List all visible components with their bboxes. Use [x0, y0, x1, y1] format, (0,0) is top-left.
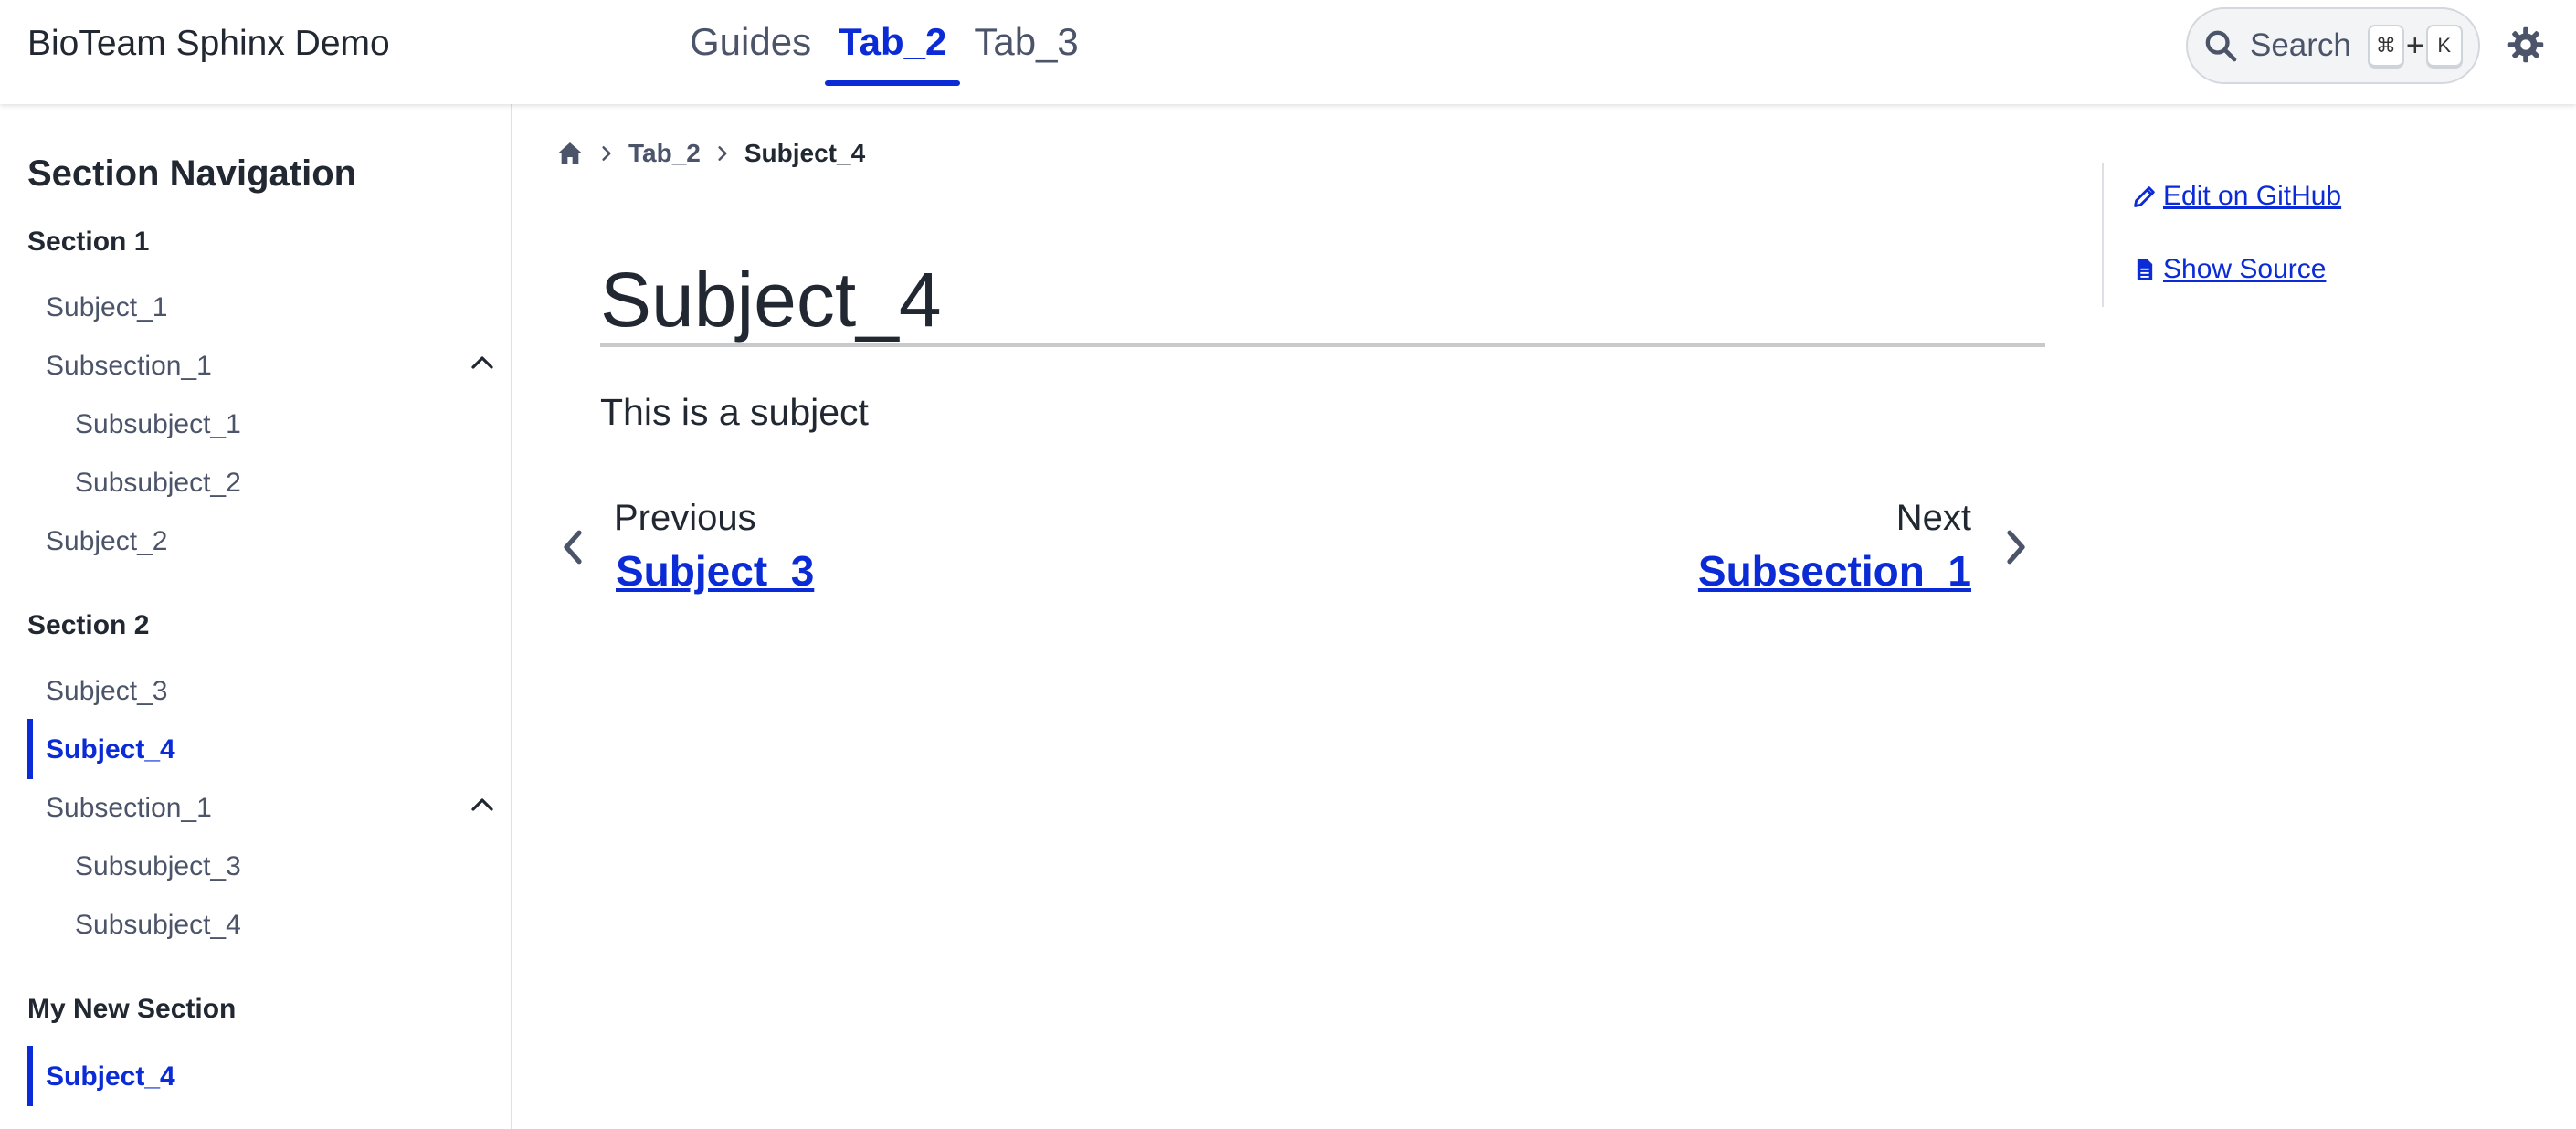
sidebar-item-subsection-1-b[interactable]: Subsection_1: [46, 793, 212, 824]
header-tabs: Guides Tab_2 Tab_3: [676, 0, 1093, 86]
sidebar-section-3-heading: My New Section: [27, 994, 237, 1024]
kbd-plus: +: [2405, 27, 2424, 63]
tab-tab2[interactable]: Tab_2: [825, 0, 961, 86]
tab-guides[interactable]: Guides: [676, 0, 825, 86]
next-label: Next: [1895, 498, 1971, 538]
title-divider: [600, 343, 2045, 347]
sidebar-title: Section Navigation: [27, 153, 357, 194]
sidebar-item-subject-2[interactable]: Subject_2: [46, 526, 167, 557]
edit-on-github-link[interactable]: Edit on GitHub: [2132, 181, 2341, 212]
sidebar-section-1-heading: Section 1: [27, 227, 150, 257]
aside-divider: [2102, 163, 2104, 307]
sidebar-item-subject-4-new[interactable]: Subject_4: [46, 1061, 175, 1092]
sidebar-item-subsubject-1[interactable]: Subsubject_1: [75, 409, 241, 440]
breadcrumb-tab-2[interactable]: Tab_2: [628, 139, 701, 168]
site-brand[interactable]: BioTeam Sphinx Demo: [27, 24, 390, 64]
breadcrumb-current: Subject_4: [744, 139, 866, 167]
pencil-icon: [2134, 186, 2155, 207]
home-icon[interactable]: [555, 139, 585, 168]
theme-toggle-icon[interactable]: [2507, 26, 2545, 64]
prev-page-link[interactable]: Subject_3: [616, 546, 814, 596]
next-page-link[interactable]: Subsection_1: [1698, 546, 1971, 596]
top-navbar: BioTeam Sphinx Demo Guides Tab_2 Tab_3 S…: [0, 0, 2576, 104]
file-icon: [2137, 259, 2153, 280]
sidebar-item-subsubject-2[interactable]: Subsubject_2: [75, 468, 241, 499]
kbd-command: ⌘: [2367, 25, 2404, 67]
section-navigation-sidebar: Section Navigation Section 1 Subject_1 S…: [0, 104, 512, 1129]
chevron-right-icon: [718, 146, 727, 161]
sidebar-item-subsubject-4[interactable]: Subsubject_4: [75, 910, 241, 941]
show-source-link[interactable]: Show Source: [2132, 254, 2326, 285]
search-icon: [2205, 30, 2237, 62]
kbd-k: K: [2425, 25, 2463, 67]
sidebar-item-subject-3[interactable]: Subject_3: [46, 676, 167, 707]
edit-on-github-label: Edit on GitHub: [2163, 181, 2342, 211]
active-indicator: [27, 719, 33, 779]
chevron-left-icon[interactable]: [559, 528, 586, 566]
prev-label: Previous: [614, 498, 756, 538]
sidebar-section-2-heading: Section 2: [27, 610, 150, 640]
page-title: Subject_4: [600, 257, 942, 343]
show-source-label: Show Source: [2163, 254, 2327, 284]
chevron-right-icon[interactable]: [2002, 528, 2030, 566]
sidebar-item-subject-4[interactable]: Subject_4: [46, 734, 175, 765]
active-indicator: [27, 1046, 33, 1106]
chevron-up-icon[interactable]: [469, 349, 496, 376]
search-button[interactable]: Search ⌘ + K: [2186, 7, 2480, 84]
sidebar-item-subsection-1[interactable]: Subsection_1: [46, 351, 212, 382]
chevron-up-icon[interactable]: [469, 791, 496, 818]
breadcrumb: Tab_2 Subject_4: [555, 137, 865, 170]
sidebar-item-subsubject-3[interactable]: Subsubject_3: [75, 851, 241, 882]
search-shortcut: ⌘ + K: [2367, 25, 2463, 67]
search-label: Search: [2250, 27, 2351, 63]
chevron-right-icon: [602, 146, 611, 161]
tab-tab3[interactable]: Tab_3: [960, 0, 1092, 86]
sidebar-item-subject-1[interactable]: Subject_1: [46, 292, 167, 323]
page-body-text: This is a subject: [600, 391, 869, 433]
